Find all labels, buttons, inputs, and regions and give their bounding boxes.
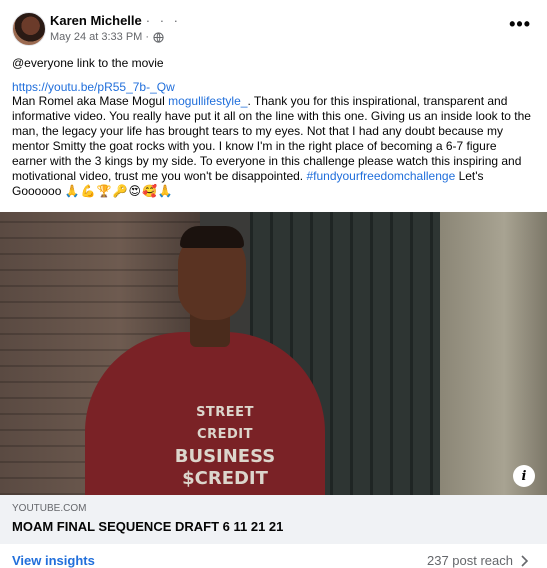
youtube-link[interactable]: https://youtu.be/pR55_7b-_Qw: [12, 80, 175, 94]
shirt-text-line-3: $CREDIT: [182, 468, 268, 489]
body-text-1: Man Romel aka Mase Mogul: [12, 94, 169, 108]
mention-line: @everyone link to the movie: [12, 56, 164, 70]
post-meta: May 24 at 3:33 PM ·: [50, 31, 164, 43]
facebook-post: Karen Michelle · · · May 24 at 3:33 PM · …: [0, 0, 547, 568]
author-avatar[interactable]: [12, 12, 46, 46]
post-body: Man Romel aka Mase Mogul mogullifestyle_…: [12, 94, 534, 199]
author-name[interactable]: Karen Michelle · · ·: [50, 13, 181, 28]
hashtag-link[interactable]: #fundyourfreedomchallenge: [306, 169, 455, 183]
link-preview-caption[interactable]: YOUTUBE.COM MOAM FINAL SEQUENCE DRAFT 6 …: [0, 495, 547, 544]
info-icon[interactable]: i: [513, 465, 535, 487]
more-options-button[interactable]: •••: [509, 14, 531, 35]
profile-mention-link[interactable]: mogullifestyle_: [168, 94, 247, 108]
link-domain: YOUTUBE.COM: [12, 503, 87, 514]
shirt-logo: STREET CREDIT BUSINESS $CREDIT: [170, 402, 280, 490]
post-reach-label: 237 post reach: [426, 553, 513, 568]
post-timestamp[interactable]: May 24 at 3:33 PM ·: [50, 31, 149, 43]
author-name-text[interactable]: Karen Michelle: [50, 13, 142, 28]
author-suffix: · · ·: [145, 13, 181, 28]
person-hair: [180, 226, 244, 248]
shirt-text-line-1: STREET CREDIT: [196, 405, 254, 442]
link-title[interactable]: MOAM FINAL SEQUENCE DRAFT 6 11 21 21: [12, 519, 283, 534]
post-header: Karen Michelle · · · May 24 at 3:33 PM · …: [12, 12, 535, 48]
concrete-wall-background: [440, 212, 547, 495]
post-reach[interactable]: 237 post reach: [427, 553, 529, 568]
emoji-row: 🙏💪🏆🔑😍🥰🙏: [64, 184, 174, 198]
video-thumbnail[interactable]: STREET CREDIT BUSINESS $CREDIT i: [0, 212, 547, 495]
shirt-text-line-2: BUSINESS: [174, 446, 276, 467]
chevron-right-icon: [521, 554, 529, 567]
view-insights-button[interactable]: View insights: [12, 553, 95, 568]
globe-icon: [153, 31, 164, 43]
